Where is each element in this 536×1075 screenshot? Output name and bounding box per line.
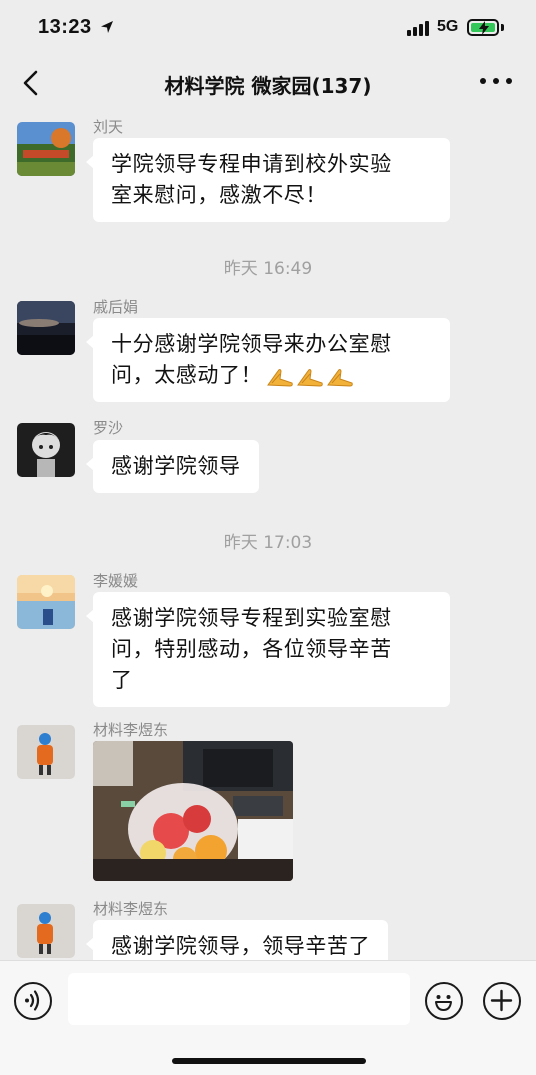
battery-icon [467, 19, 499, 36]
praying-hands-emoji-group [266, 365, 354, 387]
message-bubble[interactable]: 学院领导专程申请到校外实验 室来慰问，感激不尽！ [86, 138, 450, 222]
timestamp-divider: 昨天 17:03 [223, 533, 313, 553]
praying-hands-icon [267, 369, 293, 387]
message-bubble[interactable]: 感谢学院领导 [86, 440, 259, 493]
avatar[interactable] [17, 423, 75, 477]
message-bubble[interactable]: 感谢学院领导，领导辛苦了 [85, 920, 389, 960]
message-input[interactable] [68, 973, 410, 1025]
sender-name: 罗沙 [93, 419, 124, 437]
location-arrow-icon [101, 21, 113, 33]
signal-strength-icon [407, 21, 429, 36]
gift-fruit-bag-photo[interactable] [93, 741, 293, 881]
praying-hands-icon [327, 369, 353, 387]
emoji-smile-icon [435, 995, 452, 1011]
message-bubble[interactable]: 感谢学院领导专程到实验室慰 问，特别感动，各位领导辛苦 了 [86, 592, 450, 707]
message-line: 感谢学院领导专程到实验室慰 [111, 606, 392, 630]
sender-name: 材料李煜东 [93, 721, 169, 739]
praying-hands-icon [297, 369, 323, 387]
battery-tip [501, 24, 504, 31]
home-indicator[interactable] [172, 1058, 366, 1064]
charging-bolt-icon [479, 21, 489, 35]
avatar[interactable] [17, 122, 75, 176]
sender-name: 戚后娟 [93, 298, 139, 316]
status-time: 13:23 [38, 16, 92, 38]
nav-bar: 材料学院 微家园(137) [0, 56, 536, 108]
plus-button[interactable] [483, 982, 521, 1020]
sender-name: 材料李煜东 [93, 900, 169, 918]
status-bar: 13:23 5G [0, 0, 536, 56]
network-label: 5G [437, 18, 459, 35]
avatar[interactable] [17, 904, 75, 958]
plus-icon [490, 989, 513, 1012]
message-line: 学院领导专程申请到校外实验 [111, 152, 392, 176]
message-line: 问，特别感动，各位领导辛苦 [111, 637, 392, 661]
voice-button[interactable] [14, 982, 52, 1020]
input-bar [0, 960, 536, 1075]
timestamp-divider: 昨天 16:49 [223, 259, 313, 279]
message-line: 室来慰问，感激不尽！ [111, 183, 327, 207]
sender-name: 刘天 [93, 118, 124, 136]
more-dots-icon[interactable] [480, 78, 512, 86]
message-line-with-emoji: 问，太感动了！ [111, 360, 432, 391]
message-line: 了 [111, 668, 133, 692]
avatar[interactable] [17, 575, 75, 629]
sender-name: 李媛媛 [93, 572, 139, 590]
message-line: 感谢学院领导，领导辛苦了 [111, 934, 371, 958]
avatar[interactable] [17, 725, 75, 779]
avatar[interactable] [17, 301, 75, 355]
voice-icon [25, 990, 40, 1011]
message-line: 十分感谢学院领导来办公室慰 [111, 332, 392, 356]
message-line: 感谢学院领导 [111, 454, 241, 478]
emoji-button[interactable] [425, 982, 463, 1020]
message-bubble[interactable]: 十分感谢学院领导来办公室慰 问，太感动了！ [86, 318, 450, 402]
message-list[interactable]: 刘天 学院领导专程申请到校外实验 室来慰问，感激不尽！ 昨天 16:49 戚后娟… [0, 108, 536, 960]
chat-title: 材料学院 微家园(137) [164, 74, 372, 98]
